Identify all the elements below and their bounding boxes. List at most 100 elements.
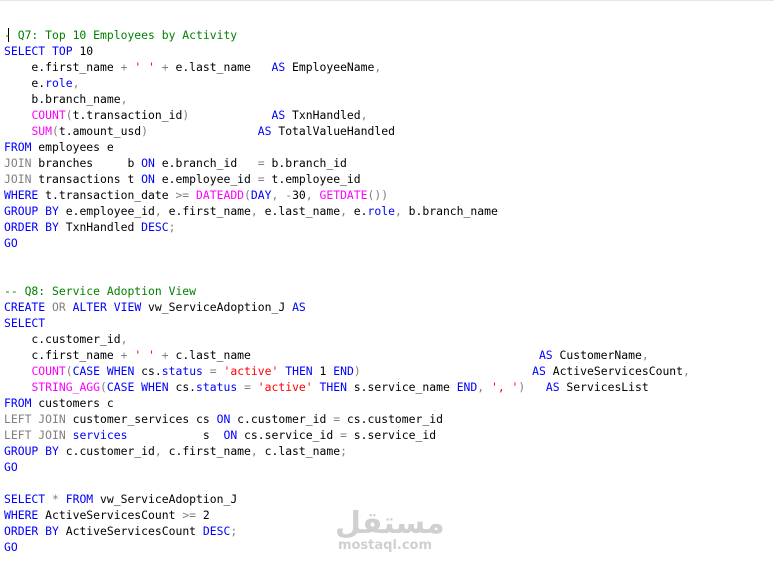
code-token: ,: [360, 108, 368, 122]
code-line[interactable]: e.first_name + ' ' + e.last_name AS Empl…: [4, 59, 690, 75]
code-line[interactable]: -- Q8: Service Adoption View: [4, 283, 690, 299]
code-token: =: [257, 156, 265, 170]
code-line[interactable]: GROUP BY c.customer_id, c.first_name, c.…: [4, 443, 690, 459]
code-token: WHERE: [4, 188, 39, 202]
code-line[interactable]: COUNT(t.transaction_id) AS TxnHandled,: [4, 107, 690, 123]
code-token: AS: [271, 60, 286, 74]
code-token: THEN: [319, 380, 347, 394]
code-line[interactable]: GO: [4, 235, 690, 251]
code-line[interactable]: SELECT TOP 10: [4, 43, 690, 59]
code-token: ALTER: [72, 300, 107, 314]
code-line[interactable]: LEFT JOIN services s ON cs.service_id = …: [4, 427, 690, 443]
code-line[interactable]: WHERE t.transaction_date >= DATEADD(DAY,…: [4, 187, 690, 203]
watermark: مستقل mostaql.com: [335, 509, 444, 553]
code-token: ,: [120, 92, 128, 106]
sql-editor[interactable]: - Q7: Top 10 Employees by Activity SELECT…: [0, 0, 774, 568]
code-line[interactable]: JOIN branches b ON e.branch_id = b.branc…: [4, 155, 690, 171]
code-token: cs.service_id: [237, 428, 341, 442]
code-token: BY: [45, 524, 59, 538]
code-line[interactable]: [4, 251, 690, 267]
code-token: b.branch_name: [4, 92, 121, 106]
code-line[interactable]: STRING_AGG(CASE WHEN cs.status = 'active…: [4, 379, 690, 395]
code-line[interactable]: [4, 267, 690, 283]
code-line[interactable]: GROUP BY e.employee_id, e.first_name, e.…: [4, 203, 690, 219]
code-token: AS: [545, 380, 560, 394]
code-token: 1: [312, 364, 334, 378]
code-token: role: [367, 204, 395, 218]
code-token: ,: [120, 332, 128, 346]
code-token: e.last_name: [168, 60, 272, 74]
code-token: e.first_name: [4, 60, 121, 74]
code-token: ,: [154, 444, 162, 458]
code-line[interactable]: SELECT: [4, 315, 690, 331]
code-token: END: [333, 364, 354, 378]
code-token: ActiveServicesCount: [545, 364, 684, 378]
code-token: VIEW: [113, 300, 142, 314]
code-token: ;: [230, 524, 238, 538]
code-token: TxnHandled: [285, 108, 361, 122]
code-token: ' ': [134, 348, 155, 362]
code-line[interactable]: [4, 475, 690, 491]
code-token: ,: [683, 364, 690, 378]
code-token: (: [52, 124, 59, 138]
code-token: (: [244, 188, 251, 202]
code-token: JOIN: [38, 428, 66, 442]
code-token: t.employee_id: [264, 172, 361, 186]
code-line[interactable]: - Q7: Top 10 Employees by Activity: [4, 27, 690, 43]
code-token: c.first_name: [161, 444, 251, 458]
code-line[interactable]: c.customer_id,: [4, 331, 690, 347]
code-token: ORDER: [4, 220, 39, 234]
code-token: AS: [271, 108, 286, 122]
code-token: cs.: [134, 364, 162, 378]
code-token: c.last_name: [257, 444, 341, 458]
code-token: ORDER: [4, 524, 39, 538]
code-token: ON: [216, 412, 231, 426]
code-token: SELECT: [4, 492, 46, 506]
code-line[interactable]: CREATE OR ALTER VIEW vw_ServiceAdoption_…: [4, 299, 690, 315]
code-line[interactable]: GO: [4, 459, 690, 475]
code-token: services: [72, 428, 128, 442]
code-token: TOP: [52, 44, 73, 58]
code-line[interactable]: ORDER BY TxnHandled DESC;: [4, 219, 690, 235]
code-line[interactable]: COUNT(CASE WHEN cs.status = 'active' THE…: [4, 363, 690, 379]
code-line[interactable]: FROM customers c: [4, 395, 690, 411]
code-line[interactable]: JOIN transactions t ON e.employee_id = t…: [4, 171, 690, 187]
code-token: e.first_name: [161, 204, 251, 218]
code-token: COUNT: [31, 108, 66, 122]
code-token: LEFT: [4, 428, 32, 442]
code-token: (: [100, 380, 107, 394]
code-token: s.service_id: [346, 428, 437, 442]
code-line[interactable]: FROM employees e: [4, 139, 690, 155]
code-token: BY: [45, 444, 59, 458]
code-line[interactable]: e.role,: [4, 75, 690, 91]
code-area[interactable]: - Q7: Top 10 Employees by Activity SELECT…: [4, 27, 690, 555]
code-token: ServicesList: [559, 380, 649, 394]
code-token: =: [244, 380, 251, 394]
code-token: 'active': [223, 364, 279, 378]
code-line[interactable]: LEFT JOIN customer_services cs ON c.cust…: [4, 411, 690, 427]
code-line[interactable]: SELECT * FROM vw_ServiceAdoption_J: [4, 491, 690, 507]
code-token: c.customer_id: [58, 444, 155, 458]
code-token: ;: [168, 220, 176, 234]
code-token: TxnHandled: [58, 220, 142, 234]
code-token: c.last_name: [168, 348, 539, 362]
code-token: ,: [250, 444, 258, 458]
code-token: ,: [305, 188, 313, 202]
code-token: (: [65, 108, 73, 122]
code-line[interactable]: b.branch_name,: [4, 91, 690, 107]
code-token: ,: [340, 204, 347, 218]
code-token: OR: [52, 300, 66, 314]
code-line[interactable]: SUM(t.amount_usd) AS TotalValueHandled: [4, 123, 690, 139]
code-token: customer_services cs: [65, 412, 217, 426]
code-line[interactable]: c.first_name + ' ' + c.last_name AS Cust…: [4, 347, 690, 363]
code-token: GROUP: [4, 444, 39, 458]
code-token: t.amount_usd: [58, 124, 142, 138]
